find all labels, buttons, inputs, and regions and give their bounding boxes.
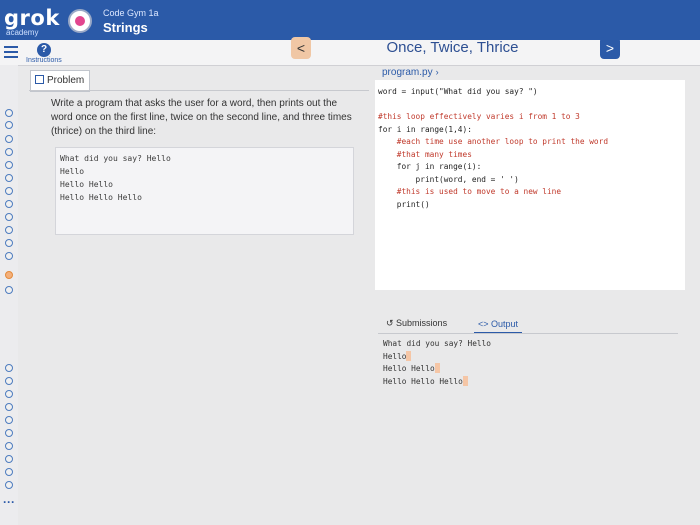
code-line[interactable]: for i in range(1,4):: [378, 124, 685, 137]
step-dot[interactable]: [5, 226, 13, 234]
step-dot[interactable]: [5, 377, 13, 385]
code-text[interactable]: word = input("What did you say? ") #this…: [375, 80, 685, 211]
problem-tab[interactable]: Problem: [30, 70, 90, 92]
example-text: What did you say? Hello Hello Hello Hell…: [60, 154, 171, 202]
step-dot[interactable]: [5, 148, 13, 156]
step-dot[interactable]: [5, 429, 13, 437]
problem-description: Write a program that asks the user for a…: [51, 98, 352, 137]
step-dot[interactable]: [5, 200, 13, 208]
file-tab-program-py[interactable]: program.py ›: [382, 67, 439, 78]
chevron-right-icon: ›: [435, 67, 439, 77]
problem-icon: [35, 75, 44, 84]
step-dot[interactable]: [5, 442, 13, 450]
code-line[interactable]: #each time use another loop to print the…: [378, 136, 685, 149]
submissions-tab[interactable]: ↺ Submissions: [386, 318, 447, 329]
more-steps-icon[interactable]: ···: [3, 495, 15, 509]
step-dot[interactable]: [5, 187, 13, 195]
divider: [29, 90, 369, 91]
output-console[interactable]: What did you say? Hello Hello Hello Hello H…: [383, 338, 491, 388]
step-dot[interactable]: [5, 286, 13, 294]
step-dot-current[interactable]: [5, 271, 13, 279]
problem-tab-label: Problem: [47, 75, 85, 86]
output-line: Hello Hello: [383, 363, 491, 376]
step-dot[interactable]: [5, 455, 13, 463]
output-line: Hello Hello Hello: [383, 375, 491, 389]
course-title[interactable]: Code Gym 1a: [103, 8, 159, 18]
code-line[interactable]: [378, 99, 685, 112]
output-label: Output: [491, 319, 519, 329]
code-line[interactable]: #this is used to move to a new line: [378, 186, 685, 199]
output-line: Hello: [383, 350, 491, 364]
code-icon: <>: [478, 319, 492, 329]
top-header: grok academy Code Gym 1a Strings: [0, 0, 700, 40]
step-dot[interactable]: [5, 252, 13, 260]
step-dot[interactable]: [5, 239, 13, 247]
output-line: What did you say? Hello: [383, 339, 491, 348]
menu-icon[interactable]: [4, 46, 18, 58]
divider: [378, 333, 678, 334]
step-dot[interactable]: [5, 416, 13, 424]
code-line[interactable]: print(word, end = ' '): [378, 174, 685, 187]
help-icon[interactable]: ?: [37, 43, 51, 57]
code-line[interactable]: word = input("What did you say? "): [378, 86, 685, 99]
output-text: What did you say? Hello Hello Hello Hello H…: [383, 338, 491, 388]
step-dot[interactable]: [5, 403, 13, 411]
space-marker: [406, 350, 412, 361]
code-line[interactable]: #that many times: [378, 149, 685, 162]
step-dot[interactable]: [5, 481, 13, 489]
step-title: Once, Twice, Thrice: [386, 39, 519, 56]
progress-rail: [0, 65, 18, 525]
step-dot[interactable]: [5, 364, 13, 372]
history-icon: ↺: [386, 318, 397, 328]
code-line[interactable]: for j in range(i):: [378, 161, 685, 174]
code-line[interactable]: print(): [378, 199, 685, 212]
step-dot[interactable]: [5, 121, 13, 129]
prev-step-button[interactable]: <: [291, 37, 311, 59]
step-dot[interactable]: [5, 390, 13, 398]
example-output: What did you say? Hello Hello Hello Hell…: [55, 147, 354, 235]
code-line[interactable]: #this loop effectively varies i from 1 t…: [378, 111, 685, 124]
next-step-button[interactable]: >: [600, 37, 620, 59]
submissions-label: Submissions: [396, 318, 448, 328]
file-name: program.py: [382, 67, 433, 78]
step-dot[interactable]: [5, 468, 13, 476]
grok-logo[interactable]: grok: [4, 6, 60, 30]
course-icon[interactable]: [68, 9, 92, 33]
output-tab[interactable]: <> Output: [474, 317, 523, 334]
space-marker: [434, 363, 440, 373]
step-dot[interactable]: [5, 161, 13, 169]
step-dot[interactable]: [5, 174, 13, 182]
step-dot[interactable]: [5, 213, 13, 221]
code-editor[interactable]: word = input("What did you say? ") #this…: [375, 80, 685, 290]
course-subtitle[interactable]: Strings: [103, 20, 148, 35]
logo-subtitle: academy: [6, 28, 39, 37]
step-dot[interactable]: [5, 109, 13, 117]
nav-bar: ? Instructions: [0, 40, 700, 66]
instructions-label[interactable]: Instructions: [26, 57, 62, 64]
step-dot[interactable]: [5, 135, 13, 143]
space-marker: [462, 375, 468, 386]
